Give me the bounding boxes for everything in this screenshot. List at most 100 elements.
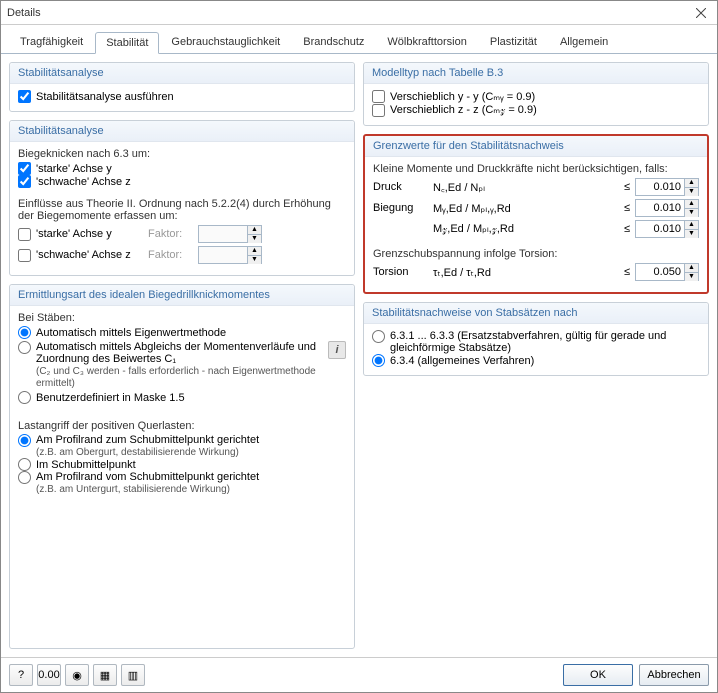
checkbox-schwache-achse-z-faktor[interactable]: 'schwache' Achse z — [18, 249, 148, 262]
radio-input[interactable] — [18, 471, 31, 484]
checkbox-verschieblich-y[interactable]: Verschieblich y - y (Cₘᵧ = 0.9) — [372, 90, 700, 103]
factor-input[interactable] — [199, 247, 247, 263]
spin-up-icon[interactable]: ▲ — [685, 221, 698, 230]
operator: ≤ — [619, 181, 635, 193]
ok-button[interactable]: OK — [563, 664, 633, 686]
tab-bar: TragfähigkeitStabilitätGebrauchstauglich… — [1, 25, 717, 54]
value-spinner[interactable]: ▲▼ — [635, 199, 699, 217]
tab-plastizität[interactable]: Plastizität — [479, 31, 548, 53]
panel-ermittlungsart: Ermittlungsart des idealen Biegedrillkni… — [9, 284, 355, 649]
value-input[interactable] — [636, 179, 684, 195]
grenzwert-row-torsion: Torsion τₜ,Ed / τₜ,Rd ≤ ▲▼ — [373, 263, 699, 281]
value-spinner[interactable]: ▲▼ — [635, 263, 699, 281]
checkbox-input[interactable] — [18, 90, 31, 103]
radio-input[interactable] — [18, 326, 31, 339]
radio-eigenwertmethode[interactable]: Automatisch mittels Eigenwertmethode — [18, 326, 346, 339]
checkbox-starke-achse-y-faktor[interactable]: 'starke' Achse y — [18, 228, 148, 241]
checkbox-verschieblich-z[interactable]: Verschieblich z - z (Cₘ𝓏 = 0.9) — [372, 103, 700, 117]
radio-label: Automatisch mittels Abgleichs der Moment… — [36, 341, 322, 389]
radio-label: Benutzerdefiniert in Maske 1.5 — [36, 392, 185, 404]
checkbox-analyse-ausfuehren[interactable]: Stabilitätsanalyse ausführen — [18, 90, 346, 103]
panel-grenzwerte: Grenzwerte für den Stabilitätsnachweis K… — [363, 134, 709, 294]
spin-up-icon[interactable]: ▲ — [248, 226, 261, 235]
toolbar-icon-2[interactable]: ◉ — [65, 664, 89, 686]
radio-label: 6.3.4 (allgemeines Verfahren) — [390, 355, 534, 367]
factor-spinner-z[interactable]: ▲▼ — [198, 246, 262, 264]
footer: ?0.00◉▦▥ OK Abbrechen — [1, 657, 717, 692]
checkbox-schwache-achse-z[interactable]: 'schwache' Achse z — [18, 175, 346, 188]
checkbox-input[interactable] — [372, 90, 385, 103]
close-icon[interactable] — [691, 3, 711, 23]
checkbox-starke-achse-y[interactable]: 'starke' Achse y — [18, 162, 346, 175]
tab-gebrauchstauglichkeit[interactable]: Gebrauchstauglichkeit — [160, 31, 291, 53]
factor-input[interactable] — [199, 226, 247, 242]
operator: ≤ — [619, 223, 635, 235]
spin-down-icon[interactable]: ▼ — [685, 230, 698, 238]
tab-stabilität[interactable]: Stabilität — [95, 32, 159, 54]
label: Torsion — [373, 266, 433, 278]
checkbox-input[interactable] — [18, 162, 31, 175]
subheading-biegeknicken: Biegeknicken nach 6.3 um: — [18, 148, 346, 160]
spin-down-icon[interactable]: ▼ — [248, 256, 261, 264]
toolbar-icon-3[interactable]: ▦ — [93, 664, 117, 686]
tab-wölbkrafttorsion[interactable]: Wölbkrafttorsion — [376, 31, 477, 53]
expression: M𝓏,Ed / Mₚₗ,𝓏,Rd — [433, 222, 619, 236]
toolbar-icon-1[interactable]: 0.00 — [37, 664, 61, 686]
radio-profilrand-vom-smp[interactable]: Am Profilrand vom Schubmittelpunkt geric… — [18, 471, 346, 495]
details-dialog: Details TragfähigkeitStabilitätGebrauchs… — [0, 0, 718, 693]
spin-up-icon[interactable]: ▲ — [685, 200, 698, 209]
tab-brandschutz[interactable]: Brandschutz — [292, 31, 375, 53]
radio-6-3-1[interactable]: 6.3.1 ... 6.3.3 (Ersatzstabverfahren, gü… — [372, 330, 700, 354]
value-spinner[interactable]: ▲▼ — [635, 220, 699, 238]
info-icon[interactable]: i — [328, 341, 346, 359]
radio-input[interactable] — [372, 354, 385, 367]
panel-title: Ermittlungsart des idealen Biegedrillkni… — [10, 285, 354, 306]
checkbox-input[interactable] — [372, 104, 385, 117]
grenzwert-row: M𝓏,Ed / Mₚₗ,𝓏,Rd≤▲▼ — [373, 220, 699, 238]
operator: ≤ — [619, 202, 635, 214]
spin-down-icon[interactable]: ▼ — [685, 188, 698, 196]
radio-input[interactable] — [18, 458, 31, 471]
titlebar: Details — [1, 1, 717, 25]
radio-input[interactable] — [18, 341, 31, 354]
factor-label: Faktor: — [148, 249, 198, 261]
subheading: Kleine Momente und Druckkräfte nicht ber… — [373, 163, 699, 175]
footer-toolbar: ?0.00◉▦▥ — [9, 664, 145, 686]
radio-6-3-4[interactable]: 6.3.4 (allgemeines Verfahren) — [372, 354, 700, 367]
radio-input[interactable] — [18, 391, 31, 404]
cancel-button[interactable]: Abbrechen — [639, 664, 709, 686]
value-input[interactable] — [636, 221, 684, 237]
toolbar-icon-4[interactable]: ▥ — [121, 664, 145, 686]
spin-down-icon[interactable]: ▼ — [685, 209, 698, 217]
spin-up-icon[interactable]: ▲ — [248, 247, 261, 256]
tab-tragfähigkeit[interactable]: Tragfähigkeit — [9, 31, 94, 53]
panel-title: Stabilitätsanalyse — [10, 121, 354, 142]
grenzwert-row: DruckN꜀,Ed / Nₚₗ≤▲▼ — [373, 178, 699, 196]
spin-down-icon[interactable]: ▼ — [685, 273, 698, 281]
toolbar-icon-0[interactable]: ? — [9, 664, 33, 686]
radio-input[interactable] — [18, 434, 31, 447]
tab-allgemein[interactable]: Allgemein — [549, 31, 619, 53]
spin-up-icon[interactable]: ▲ — [685, 264, 698, 273]
radio-input[interactable] — [372, 330, 385, 343]
checkbox-input[interactable] — [18, 228, 31, 241]
value-input[interactable] — [636, 200, 684, 216]
panel-stabilitaetsanalyse-1: Stabilitätsanalyse Stabilitätsanalyse au… — [9, 62, 355, 112]
radio-profilrand-zum-smp[interactable]: Am Profilrand zum Schubmittelpunkt geric… — [18, 434, 346, 458]
label: Biegung — [373, 202, 433, 214]
value-spinner[interactable]: ▲▼ — [635, 178, 699, 196]
checkbox-input[interactable] — [18, 175, 31, 188]
checkbox-input[interactable] — [18, 249, 31, 262]
panel-stabsaetze: Stabilitätsnachweise von Stabsätzen nach… — [363, 302, 709, 376]
factor-spinner-y[interactable]: ▲▼ — [198, 225, 262, 243]
spin-up-icon[interactable]: ▲ — [685, 179, 698, 188]
panel-title: Modelltyp nach Tabelle B.3 — [364, 63, 708, 84]
spin-down-icon[interactable]: ▼ — [248, 235, 261, 243]
radio-im-smp[interactable]: Im Schubmittelpunkt — [18, 458, 346, 471]
radio-momentenverlaeufe[interactable]: Automatisch mittels Abgleichs der Moment… — [18, 341, 322, 389]
radio-benutzerdefiniert[interactable]: Benutzerdefiniert in Maske 1.5 — [18, 391, 346, 404]
checkbox-label: 'schwache' Achse z — [36, 176, 131, 188]
expression: τₜ,Ed / τₜ,Rd — [433, 266, 619, 279]
value-input[interactable] — [636, 264, 684, 280]
expression: N꜀,Ed / Nₚₗ — [433, 180, 619, 195]
